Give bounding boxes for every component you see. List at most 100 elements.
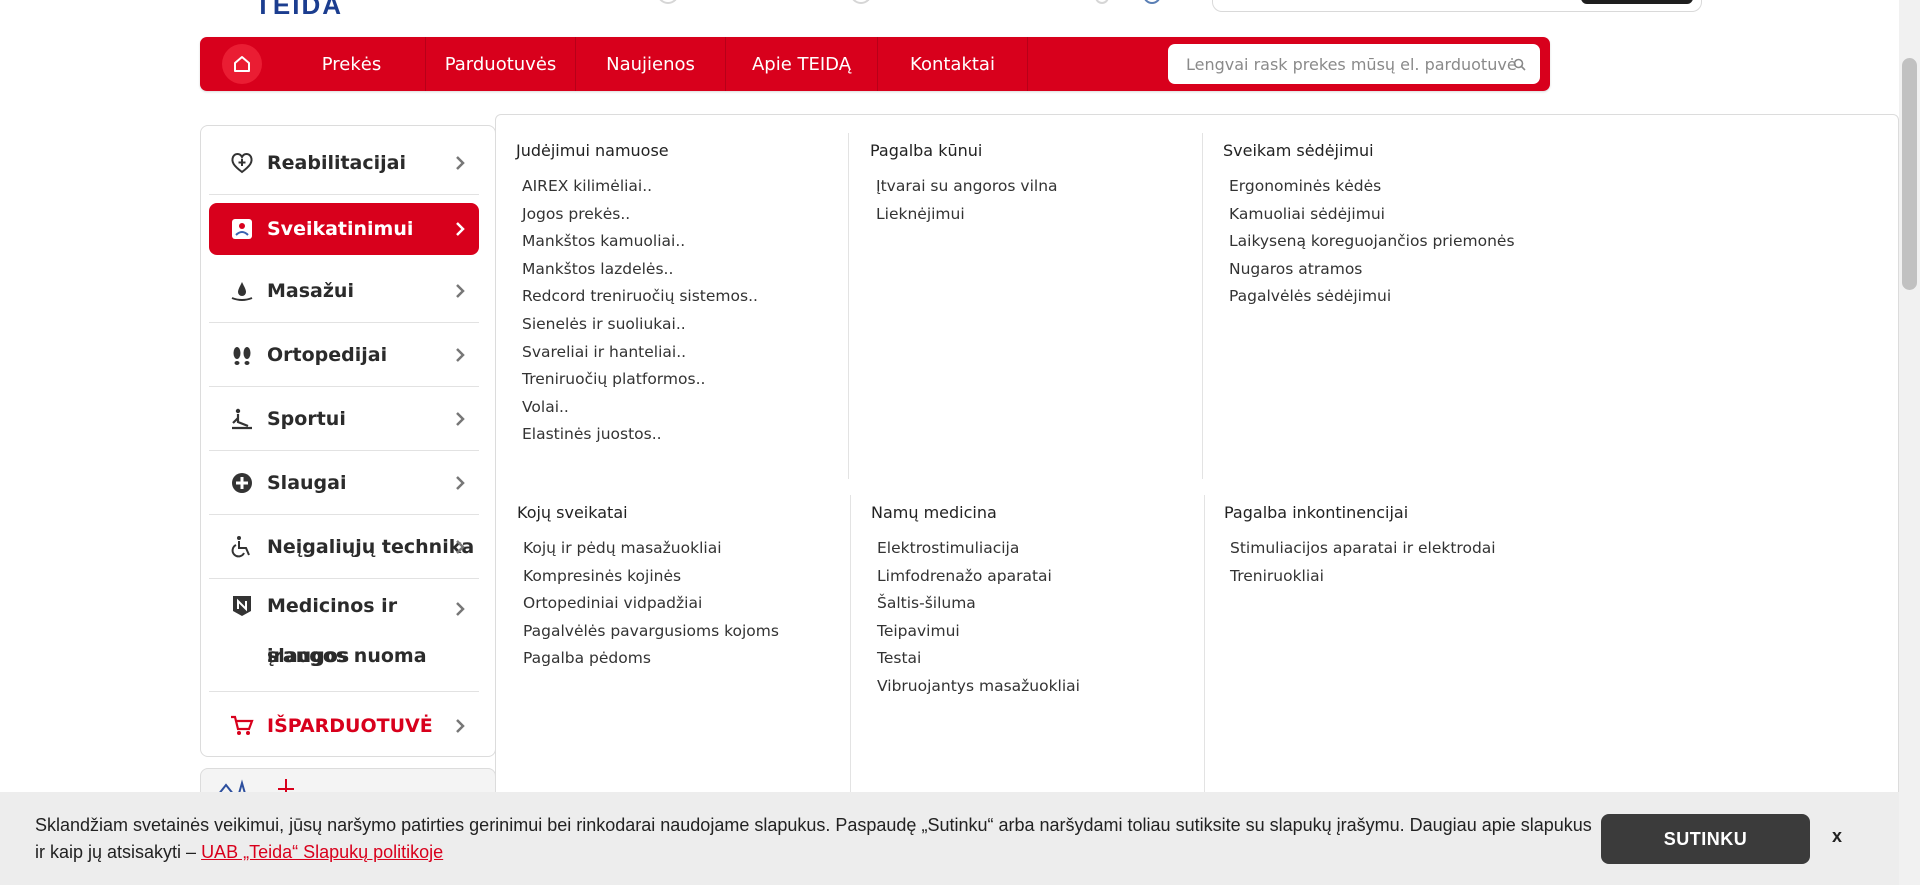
header-icon[interactable] (1095, 0, 1109, 4)
sidebar-item-label: Sveikatinimui (267, 218, 414, 240)
header-icon[interactable] (1143, 0, 1161, 4)
menu-link[interactable]: Treniruokliai (1230, 566, 1574, 594)
menu-link[interactable]: Ergonominės kėdės (1229, 176, 1573, 204)
cookie-banner: Sklandžiam svetainės veikimui, jūsų narš… (0, 792, 1920, 885)
menu-link[interactable]: Šaltis-šiluma (877, 593, 1221, 621)
menu-link[interactable]: Mankštos lazdelės.. (522, 259, 866, 287)
menu-link[interactable]: Kojų ir pėdų masažuokliai (523, 538, 867, 566)
sidebar-item-label: Reabilitacijai (267, 151, 407, 174)
sidebar-item-ortopedijai[interactable]: Ortopedijai (209, 323, 479, 387)
menu-column-sveikam-sedejimui: Sveikam sėdėjimui Ergonominės kėdės Kamu… (1223, 141, 1573, 314)
menu-link[interactable]: Jogos prekės.. (522, 204, 866, 232)
menu-column-title[interactable]: Kojų sveikatai (517, 503, 867, 522)
chevron-right-icon (456, 412, 465, 426)
menu-link[interactable]: Lieknėjimui (876, 204, 1220, 232)
cookie-text: Sklandžiam svetainės veikimui, jūsų narš… (35, 812, 1600, 866)
wellness-icon (229, 216, 255, 242)
nav-item-parduotuves[interactable]: Parduotuvės (426, 37, 576, 91)
scrollbar[interactable] (1899, 0, 1920, 885)
drop-icon (229, 278, 255, 304)
sidebar-item-label: Ortopedijai (267, 343, 388, 366)
sidebar-item-masazui[interactable]: Masažui (209, 259, 479, 323)
sidebar-item-sveikatinimui[interactable]: Sveikatinimui (209, 203, 479, 255)
nav-item-kontaktai[interactable]: Kontaktai (878, 37, 1028, 91)
top-search-bar[interactable] (1212, 0, 1702, 12)
nav-item-prekes[interactable]: Prekės (278, 37, 426, 91)
sidebar-item-neigaliuju-technika[interactable]: Neįgaliųjų technika (209, 515, 479, 579)
menu-column-koju-sveikatai: Kojų sveikatai Kojų ir pėdų masažuokliai… (517, 503, 867, 676)
chevron-right-icon (456, 476, 465, 490)
sidebar-item-sportui[interactable]: Sportui (209, 387, 479, 451)
cookie-policy-link[interactable]: UAB „Teida“ Slapukų politikoje (201, 842, 443, 862)
sidebar-item-ispardavimas[interactable]: IŠPARDUOTUVĖ (209, 694, 479, 758)
chevron-right-icon (456, 540, 465, 554)
menu-link[interactable]: Treniruočių platformos.. (522, 369, 866, 397)
search-box (1168, 44, 1540, 84)
menu-link[interactable]: Sienelės ir suoliukai.. (522, 314, 866, 342)
menu-link[interactable]: Limfodrenažo aparatai (877, 566, 1221, 594)
search-input[interactable] (1186, 44, 1516, 84)
menu-link[interactable]: Teipavimui (877, 621, 1221, 649)
chevron-right-icon (456, 348, 465, 362)
header-icon[interactable] (657, 0, 679, 4)
category-sidebar: Reabilitacijai Sveikatinimui Masažui Ort… (200, 125, 496, 757)
menu-column-title[interactable]: Sveikam sėdėjimui (1223, 141, 1573, 160)
main-navbar: Prekės Parduotuvės Naujienos Apie TEIDĄ … (200, 37, 1550, 91)
chevron-right-icon (456, 156, 465, 170)
teida-logo[interactable]: TEIDA (255, 0, 343, 21)
home-button[interactable] (222, 44, 262, 84)
sidebar-item-slaugai[interactable]: Slaugai (209, 451, 479, 515)
menu-column-namu-medicina: Namų medicina Elektrostimuliacija Limfod… (871, 503, 1221, 704)
menu-link[interactable]: Kompresinės kojinės (523, 566, 867, 594)
menu-column-title[interactable]: Namų medicina (871, 503, 1221, 522)
menu-column-title[interactable]: Judėjimui namuose (516, 141, 866, 160)
sidebar-item-label: Masažui (267, 279, 354, 302)
search-icon[interactable] (1513, 58, 1526, 71)
sidebar-item-reabilitacijai[interactable]: Reabilitacijai (209, 131, 479, 195)
menu-link[interactable]: AIREX kilimėliai.. (522, 176, 866, 204)
menu-column-judejimui-namuose: Judėjimui namuose AIREX kilimėliai.. Jog… (516, 141, 866, 452)
accept-cookies-button[interactable]: SUTINKU (1601, 814, 1810, 864)
menu-link[interactable]: Nugaros atramos (1229, 259, 1573, 287)
menu-link[interactable]: Elektrostimuliacija (877, 538, 1221, 566)
menu-link[interactable]: Ortopediniai vidpadžiai (523, 593, 867, 621)
menu-column-pagalba-inkontinencijai: Pagalba inkontinencijai Stimuliacijos ap… (1224, 503, 1574, 593)
menu-link[interactable]: Pagalvėlės pavargusioms kojoms (523, 621, 867, 649)
sidebar-item-label: Neįgaliųjų technika (267, 535, 475, 558)
menu-link[interactable]: Elastinės juostos.. (522, 424, 866, 452)
menu-link[interactable]: Įtvarai su angoros vilna (876, 176, 1220, 204)
menu-link[interactable]: Kamuoliai sėdėjimui (1229, 204, 1573, 232)
menu-column-pagalba-kunui: Pagalba kūnui Įtvarai su angoros vilna L… (870, 141, 1220, 231)
chevron-right-icon (456, 222, 465, 236)
header-icon[interactable] (850, 0, 872, 4)
menu-link[interactable]: Pagalvėlės sėdėjimui (1229, 286, 1573, 314)
nav-item-apie-teida[interactable]: Apie TEIDĄ (726, 37, 878, 91)
menu-link[interactable]: Vibruojantys masažuokliai (877, 676, 1221, 704)
scrollbar-thumb[interactable] (1902, 58, 1917, 290)
footprints-icon (229, 342, 255, 368)
menu-link[interactable]: Volai.. (522, 397, 866, 425)
sidebar-item-nuoma[interactable]: Medicinos ir slaugos įrangos nuoma (209, 579, 479, 692)
chevron-right-icon (456, 602, 465, 616)
menu-column-title[interactable]: Pagalba inkontinencijai (1224, 503, 1574, 522)
close-cookie-button[interactable]: x (1832, 826, 1842, 847)
sidebar-item-label: IŠPARDUOTUVĖ (267, 715, 433, 737)
menu-link[interactable]: Mankštos kamuoliai.. (522, 231, 866, 259)
page: TEIDA Prekės Parduotuvės Naujienos Apie … (0, 0, 1920, 885)
menu-column-title[interactable]: Pagalba kūnui (870, 141, 1220, 160)
cart-icon (229, 713, 255, 739)
menu-link[interactable]: Redcord treniruočių sistemos.. (522, 286, 866, 314)
n-badge-icon (229, 593, 255, 619)
menu-link[interactable]: Laikyseną koreguojančios priemonės (1229, 231, 1573, 259)
sidebar-item-label-line2: įrangos nuoma (267, 645, 427, 667)
heart-plus-icon (229, 150, 255, 176)
menu-link[interactable]: Testai (877, 648, 1221, 676)
chevron-right-icon (456, 284, 465, 298)
menu-link[interactable]: Stimuliacijos aparatai ir elektrodai (1230, 538, 1574, 566)
nav-item-naujienos[interactable]: Naujienos (576, 37, 726, 91)
menu-link[interactable]: Pagalba pėdoms (523, 648, 867, 676)
menu-link[interactable]: Svareliai ir hanteliai.. (522, 342, 866, 370)
sidebar-item-label: Slaugai (267, 471, 347, 494)
top-search-button[interactable] (1581, 0, 1693, 4)
wheelchair-icon (229, 534, 255, 560)
